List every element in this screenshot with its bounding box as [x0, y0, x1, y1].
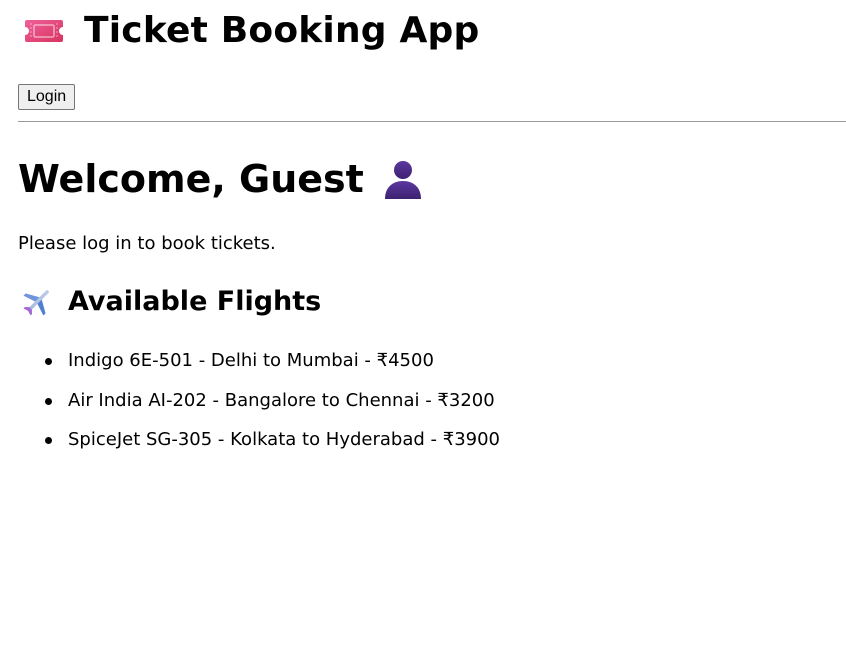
login-prompt-text: Please log in to book tickets.	[18, 233, 276, 254]
flights-header: Available Flights	[20, 284, 321, 320]
welcome-title: Welcome, Guest	[18, 157, 364, 201]
flights-title: Available Flights	[68, 286, 322, 317]
ticket-icon	[24, 18, 64, 44]
login-button[interactable]: Login	[18, 84, 76, 110]
flight-item: SpiceJet SG-305 - Kolkata to Hyderabad -…	[18, 427, 500, 453]
flight-item: Indigo 6E-501 - Delhi to Mumbai - ₹4500	[18, 348, 500, 374]
guest-user-icon	[382, 158, 424, 200]
app-title: Ticket Booking App	[84, 10, 480, 51]
welcome-section: Welcome, Guest	[18, 155, 424, 203]
app-header: Ticket Booking App	[24, 8, 480, 54]
flight-item: Air India AI-202 - Bangalore to Chennai …	[18, 388, 500, 414]
header-divider	[18, 121, 846, 122]
flight-list: Indigo 6E-501 - Delhi to Mumbai - ₹4500 …	[18, 348, 500, 467]
airplane-icon	[20, 285, 54, 319]
